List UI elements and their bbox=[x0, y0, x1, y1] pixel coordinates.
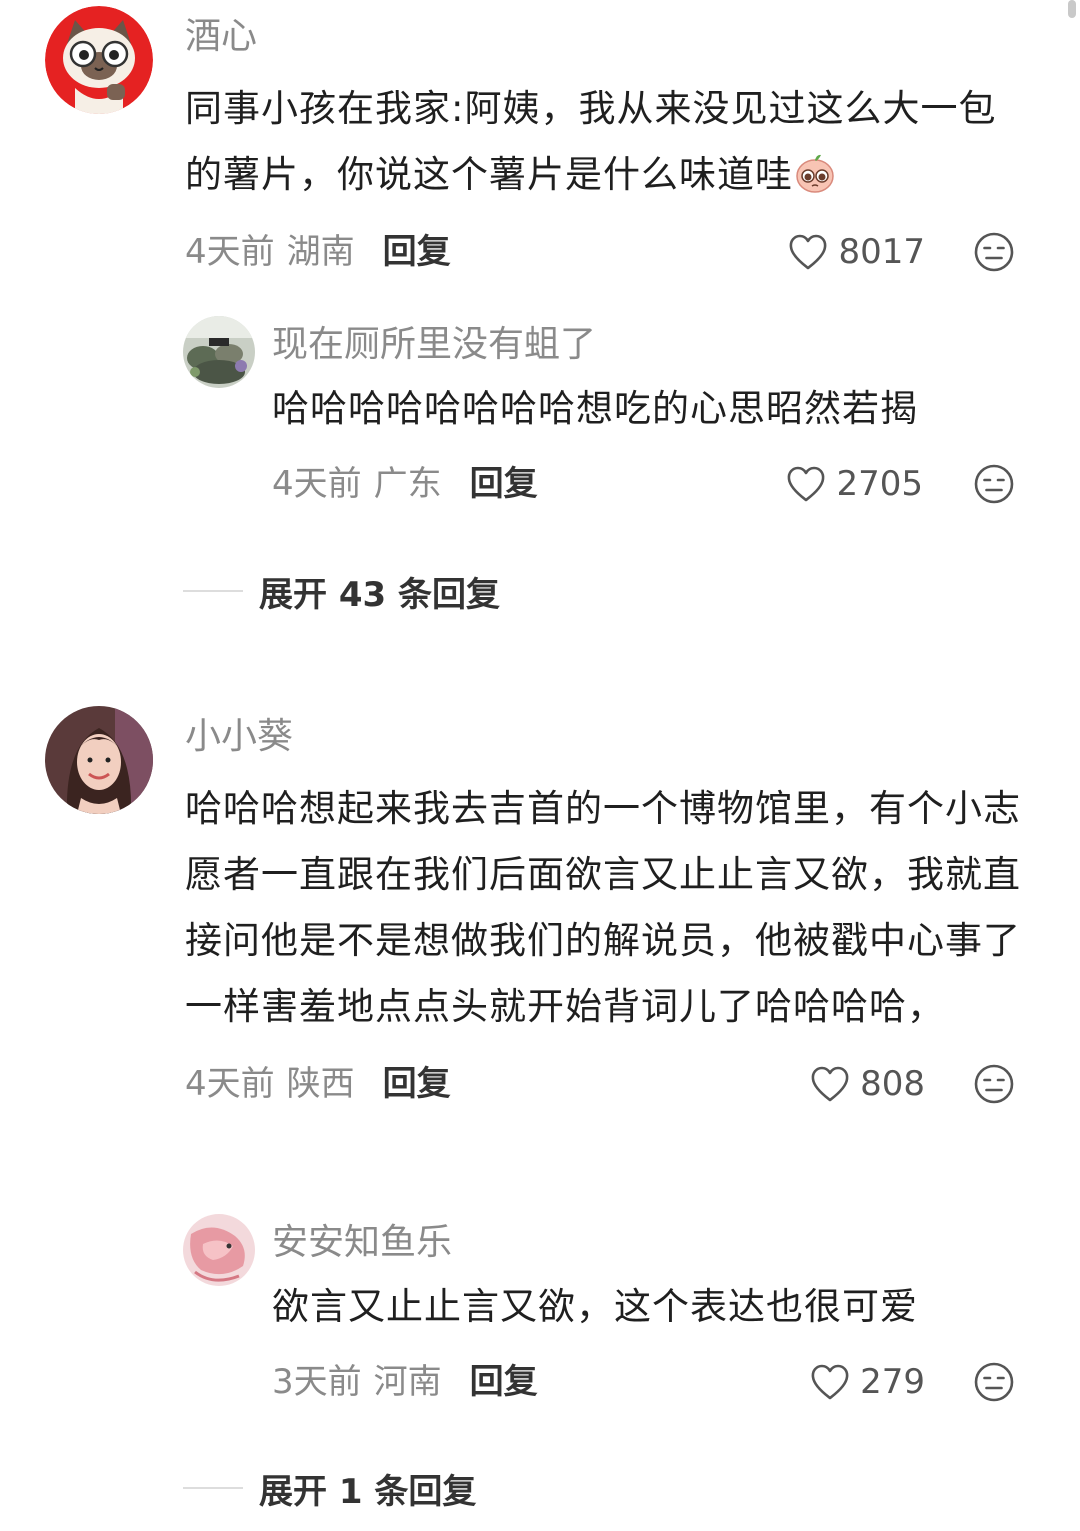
location: 陕西 bbox=[286, 1064, 355, 1104]
expand-replies-label: 展开 43 条回复 bbox=[259, 574, 500, 615]
dislike-face-icon[interactable] bbox=[972, 1360, 1016, 1404]
expand-replies-label: 展开 1 条回复 bbox=[259, 1471, 477, 1512]
timestamp: 4天前 bbox=[272, 464, 362, 504]
avatar[interactable] bbox=[45, 6, 153, 114]
location: 湖南 bbox=[286, 232, 355, 272]
divider bbox=[183, 1487, 243, 1489]
timestamp: 4天前 bbox=[185, 1064, 275, 1104]
like-button[interactable]: 8017 bbox=[786, 222, 925, 282]
meta-left: 4天前 陕西 回复 bbox=[185, 1054, 451, 1114]
woman-portrait-avatar-icon bbox=[45, 706, 153, 814]
like-count: 279 bbox=[860, 1362, 925, 1402]
betta-fish-avatar-icon bbox=[183, 1214, 255, 1286]
comment-meta: 4天前 湖南 回复 8017 bbox=[185, 222, 1030, 282]
username[interactable]: 小小葵 bbox=[185, 712, 1030, 762]
username[interactable]: 安安知鱼乐 bbox=[272, 1218, 1030, 1268]
like-button[interactable]: 808 bbox=[808, 1054, 925, 1114]
like-count: 808 bbox=[860, 1064, 925, 1104]
comment-meta: 4天前 陕西 回复 808 bbox=[185, 1054, 1030, 1114]
username[interactable]: 现在厕所里没有蛆了 bbox=[272, 320, 1030, 370]
avatar[interactable] bbox=[183, 316, 255, 388]
comment: 酒心 同事小孩在我家:阿姨，我从来没见过这么大一包的薯片，你说这个薯片是什么味道… bbox=[0, 0, 1080, 280]
username[interactable]: 酒心 bbox=[185, 12, 1030, 62]
heart-icon bbox=[808, 1062, 852, 1106]
meta-left: 4天前 湖南 回复 bbox=[185, 222, 451, 282]
comment-text: 哈哈哈想起来我去吉首的一个博物馆里，有个小志愿者一直跟在我们后面欲言又止止言又欲… bbox=[185, 787, 1021, 1028]
meta-left: 4天前 广东 回复 bbox=[272, 454, 538, 514]
like-count: 2705 bbox=[836, 464, 923, 504]
location: 河南 bbox=[373, 1362, 442, 1402]
avatar[interactable] bbox=[183, 1214, 255, 1286]
avatar[interactable] bbox=[45, 706, 153, 814]
siamese-cat-avatar-icon bbox=[45, 6, 153, 114]
timestamp: 3天前 bbox=[272, 1362, 362, 1402]
like-button[interactable]: 2705 bbox=[784, 454, 923, 514]
heart-icon bbox=[786, 230, 830, 274]
dislike-face-icon[interactable] bbox=[972, 230, 1016, 274]
expand-replies-button[interactable]: 展开 1 条回复 bbox=[183, 1463, 476, 1513]
outdoor-photo-avatar-icon bbox=[183, 316, 255, 388]
comment: 小小葵 哈哈哈想起来我去吉首的一个博物馆里，有个小志愿者一直跟在我们后面欲言又止… bbox=[0, 700, 1080, 1190]
expand-replies-button[interactable]: 展开 43 条回复 bbox=[183, 566, 500, 616]
comment-text: 同事小孩在我家:阿姨，我从来没见过这么大一包的薯片，你说这个薯片是什么味道哇 bbox=[185, 76, 1030, 208]
comment-meta: 3天前 河南 回复 279 bbox=[272, 1352, 1030, 1412]
meta-left: 3天前 河南 回复 bbox=[272, 1352, 538, 1412]
reply-button[interactable]: 回复 bbox=[383, 232, 451, 272]
location: 广东 bbox=[373, 464, 442, 504]
like-button[interactable]: 279 bbox=[808, 1352, 925, 1412]
comment-meta: 4天前 广东 回复 2705 bbox=[272, 454, 1030, 514]
like-count: 8017 bbox=[838, 232, 925, 272]
pleading-face-emoji-icon bbox=[796, 154, 834, 193]
reply-button[interactable]: 回复 bbox=[383, 1064, 451, 1104]
divider bbox=[183, 590, 243, 592]
comment-text: 欲言又止止言又欲，这个表达也很可爱 bbox=[272, 1285, 918, 1328]
dislike-face-icon[interactable] bbox=[972, 1062, 1016, 1106]
heart-icon bbox=[784, 462, 828, 506]
comment-text-content: 同事小孩在我家:阿姨，我从来没见过这么大一包的薯片，你说这个薯片是什么味道哇 bbox=[185, 87, 997, 196]
dislike-face-icon[interactable] bbox=[972, 462, 1016, 506]
timestamp: 4天前 bbox=[185, 232, 275, 272]
heart-icon bbox=[808, 1360, 852, 1404]
reply-comment: 安安知鱼乐 欲言又止止言又欲，这个表达也很可爱 3天前 河南 回复 279 bbox=[0, 1206, 1080, 1436]
reply-comment: 现在厕所里没有蛆了 哈哈哈哈哈哈哈哈想吃的心思昭然若揭 4天前 广东 回复 2705 bbox=[0, 308, 1080, 538]
reply-button[interactable]: 回复 bbox=[470, 464, 538, 504]
reply-button[interactable]: 回复 bbox=[470, 1362, 538, 1402]
comment-text: 哈哈哈哈哈哈哈哈想吃的心思昭然若揭 bbox=[272, 387, 918, 430]
